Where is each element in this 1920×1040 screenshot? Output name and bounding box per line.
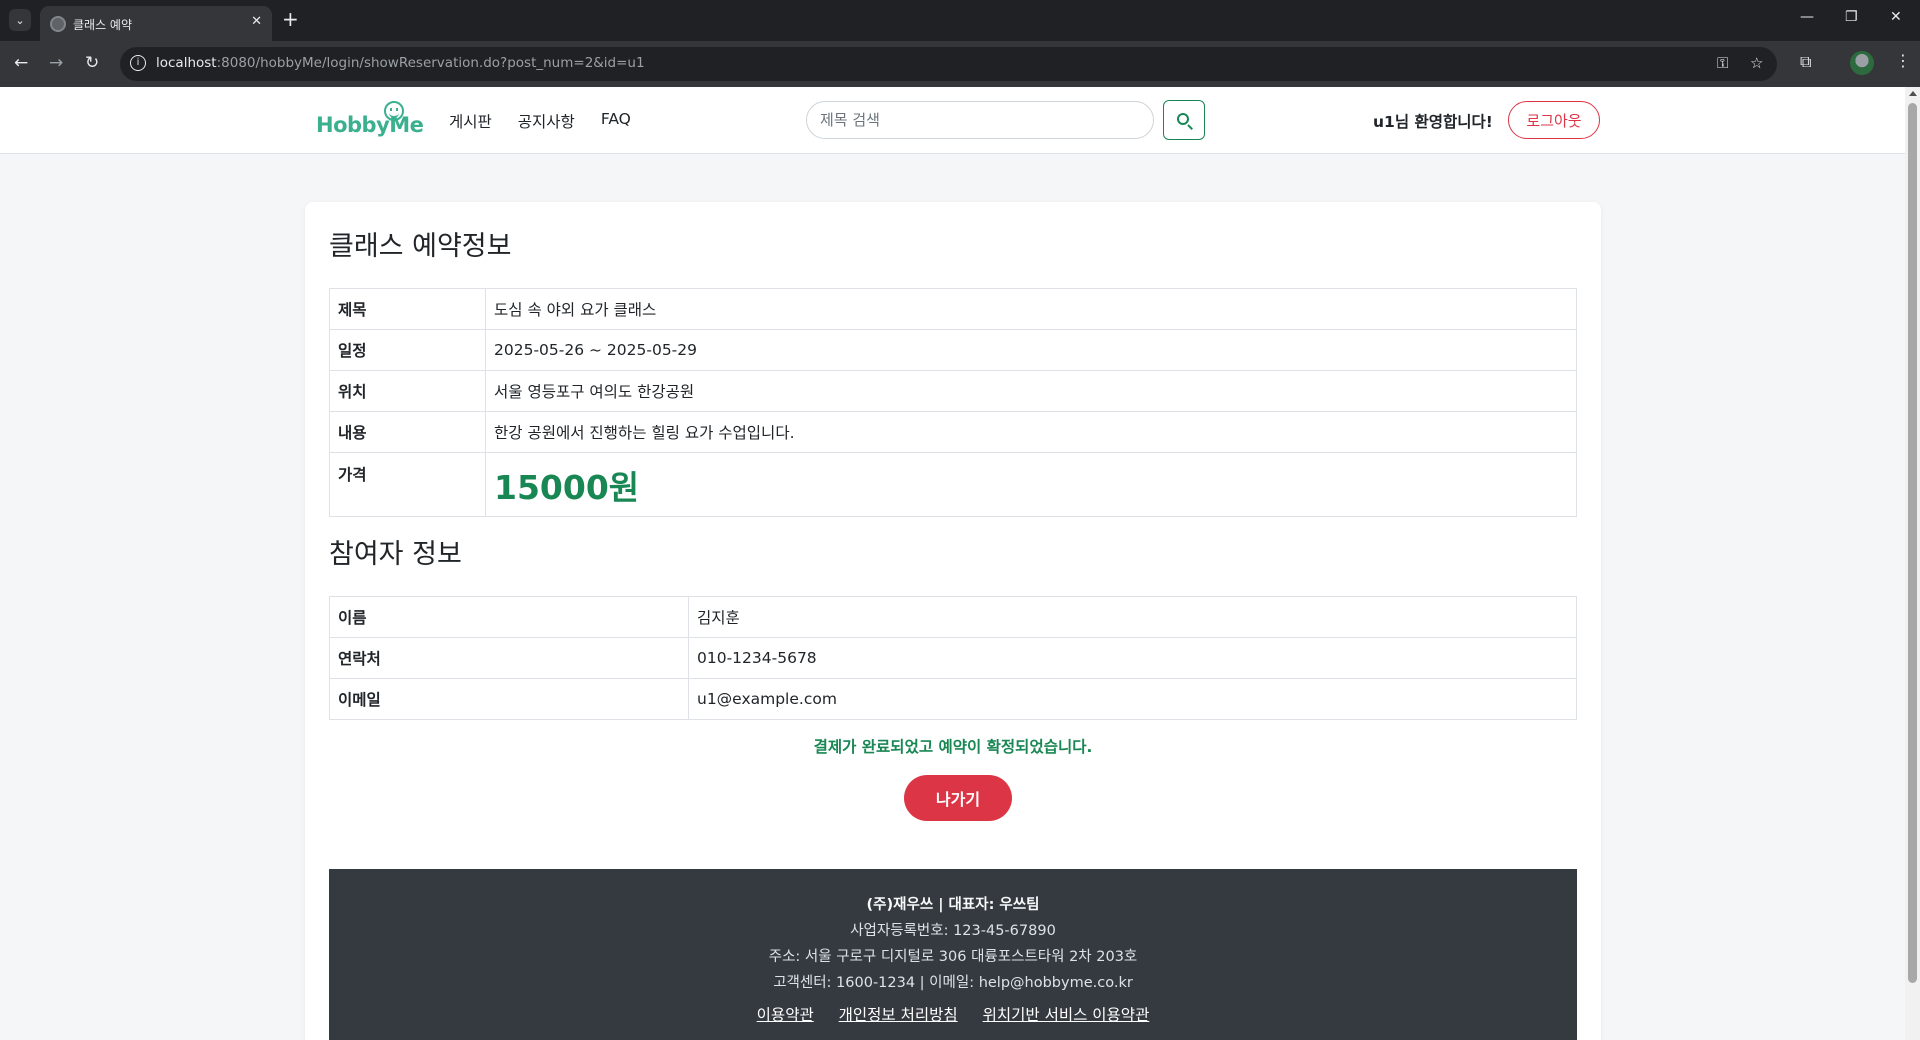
row-label: 연락처 [329, 637, 689, 679]
footer-links: 이용약관 개인정보 처리방침 위치기반 서비스 이용약관 [329, 1003, 1577, 1025]
scroll-thumb[interactable] [1908, 103, 1917, 983]
table-row: 가격 15000원 [329, 452, 1577, 517]
search-input[interactable] [806, 101, 1154, 139]
globe-icon [50, 16, 66, 32]
table-row: 위치 서울 영등포구 여의도 한강공원 [329, 370, 1577, 412]
table-row: 내용 한강 공원에서 진행하는 힐링 요가 수업입니다. [329, 411, 1577, 453]
new-tab-icon[interactable]: + [282, 8, 299, 30]
row-label: 가격 [329, 452, 486, 517]
star-icon[interactable]: ☆ [1750, 54, 1763, 72]
table-row: 이메일 u1@example.com [329, 678, 1577, 720]
row-value: 김지훈 [688, 596, 1577, 638]
table-row: 이름 김지훈 [329, 596, 1577, 638]
row-label: 제목 [329, 288, 486, 330]
search-button[interactable] [1163, 100, 1205, 140]
profile-avatar[interactable] [1850, 51, 1874, 75]
row-value: 서울 영등포구 여의도 한강공원 [485, 370, 1577, 412]
row-label: 내용 [329, 411, 486, 453]
footer-link-location-terms[interactable]: 위치기반 서비스 이용약관 [983, 1006, 1150, 1024]
smile-icon [384, 101, 404, 121]
reservation-card: 클래스 예약정보 제목 도심 속 야외 요가 클래스 일정 2025-05-26… [305, 202, 1601, 1040]
row-label: 일정 [329, 329, 486, 371]
reservation-table: 제목 도심 속 야외 요가 클래스 일정 2025-05-26 ~ 2025-0… [329, 288, 1577, 517]
info-icon[interactable]: i [130, 55, 146, 71]
confirmation-message: 결제가 완료되었고 예약이 확정되었습니다. [813, 738, 1093, 756]
tab-search-icon[interactable]: ⌄ [9, 9, 31, 31]
participant-title: 참여자 정보 [329, 539, 462, 570]
price-cell: 15000원 [485, 452, 1577, 517]
row-label: 이메일 [329, 678, 689, 720]
close-icon[interactable]: ✕ [251, 14, 262, 29]
footer-link-terms[interactable]: 이용약관 [757, 1006, 814, 1024]
price-value: 15000원 [494, 467, 640, 507]
key-icon[interactable]: ⚿ [1717, 54, 1728, 72]
footer-business-no: 사업자등록번호: 123-45-67890 [850, 923, 1056, 939]
logout-button[interactable]: 로그아웃 [1508, 101, 1600, 139]
exit-button[interactable]: 나가기 [904, 775, 1012, 821]
row-value: u1@example.com [688, 678, 1577, 720]
footer-company: (주)재우쓰 | 대표자: 우쓰팀 [866, 897, 1040, 913]
row-value: 도심 속 야외 요가 클래스 [485, 288, 1577, 330]
hobbyme-logo[interactable]: HobbyMe [316, 101, 424, 141]
site-header: HobbyMe 게시판 공지사항 FAQ u1님 환영합니다! 로그아웃 [0, 87, 1905, 154]
welcome-text: u1님 환영합니다! [1373, 113, 1493, 131]
footer-address: 주소: 서울 구로구 디지털로 306 대륭포스트타워 2차 203호 [768, 949, 1138, 965]
nav-board[interactable]: 게시판 [449, 110, 492, 132]
nav-notice[interactable]: 공지사항 [518, 110, 575, 132]
search-icon [1177, 113, 1189, 125]
browser-toolbar: ← → ↻ i localhost:8080/hobbyMe/login/sho… [0, 41, 1920, 87]
reload-icon[interactable]: ↻ [85, 53, 99, 73]
site-footer: (주)재우쓰 | 대표자: 우쓰팀 사업자등록번호: 123-45-67890 … [329, 869, 1577, 1040]
tab-title: 클래스 예약 [73, 18, 133, 32]
extensions-icon[interactable]: ⧉ [1800, 52, 1811, 72]
close-window-icon[interactable]: ✕ [1890, 9, 1902, 25]
row-value: 한강 공원에서 진행하는 힐링 요가 수업입니다. [485, 411, 1577, 453]
forward-icon[interactable]: → [49, 53, 63, 73]
back-icon[interactable]: ← [14, 53, 28, 73]
menu-kebab-icon[interactable]: ⋮ [1895, 51, 1911, 70]
row-label: 위치 [329, 370, 486, 412]
url-text: localhost:8080/hobbyMe/login/showReserva… [156, 55, 645, 71]
browser-tab-bar: ⌄ 클래스 예약 ✕ + — ❐ ✕ [0, 0, 1920, 41]
table-row: 연락처 010-1234-5678 [329, 637, 1577, 679]
row-label: 이름 [329, 596, 689, 638]
row-value: 2025-05-26 ~ 2025-05-29 [485, 329, 1577, 371]
footer-contact: 고객센터: 1600-1234 | 이메일: help@hobbyme.co.k… [773, 975, 1133, 991]
main-nav: 게시판 공지사항 FAQ [449, 110, 631, 132]
table-row: 일정 2025-05-26 ~ 2025-05-29 [329, 329, 1577, 371]
footer-link-privacy[interactable]: 개인정보 처리방침 [839, 1006, 958, 1024]
row-value: 010-1234-5678 [688, 637, 1577, 679]
scroll-up-icon[interactable] [1909, 91, 1917, 96]
browser-tab[interactable]: 클래스 예약 ✕ [40, 6, 272, 41]
address-bar[interactable]: i localhost:8080/hobbyMe/login/showReser… [120, 47, 1777, 81]
table-row: 제목 도심 속 야외 요가 클래스 [329, 288, 1577, 330]
reservation-title: 클래스 예약정보 [329, 231, 512, 262]
restore-icon[interactable]: ❐ [1845, 9, 1858, 25]
minimize-icon[interactable]: — [1800, 9, 1814, 25]
participant-table: 이름 김지훈 연락처 010-1234-5678 이메일 u1@example.… [329, 596, 1577, 720]
page-scrollbar[interactable] [1905, 87, 1920, 1040]
nav-faq[interactable]: FAQ [601, 110, 631, 132]
